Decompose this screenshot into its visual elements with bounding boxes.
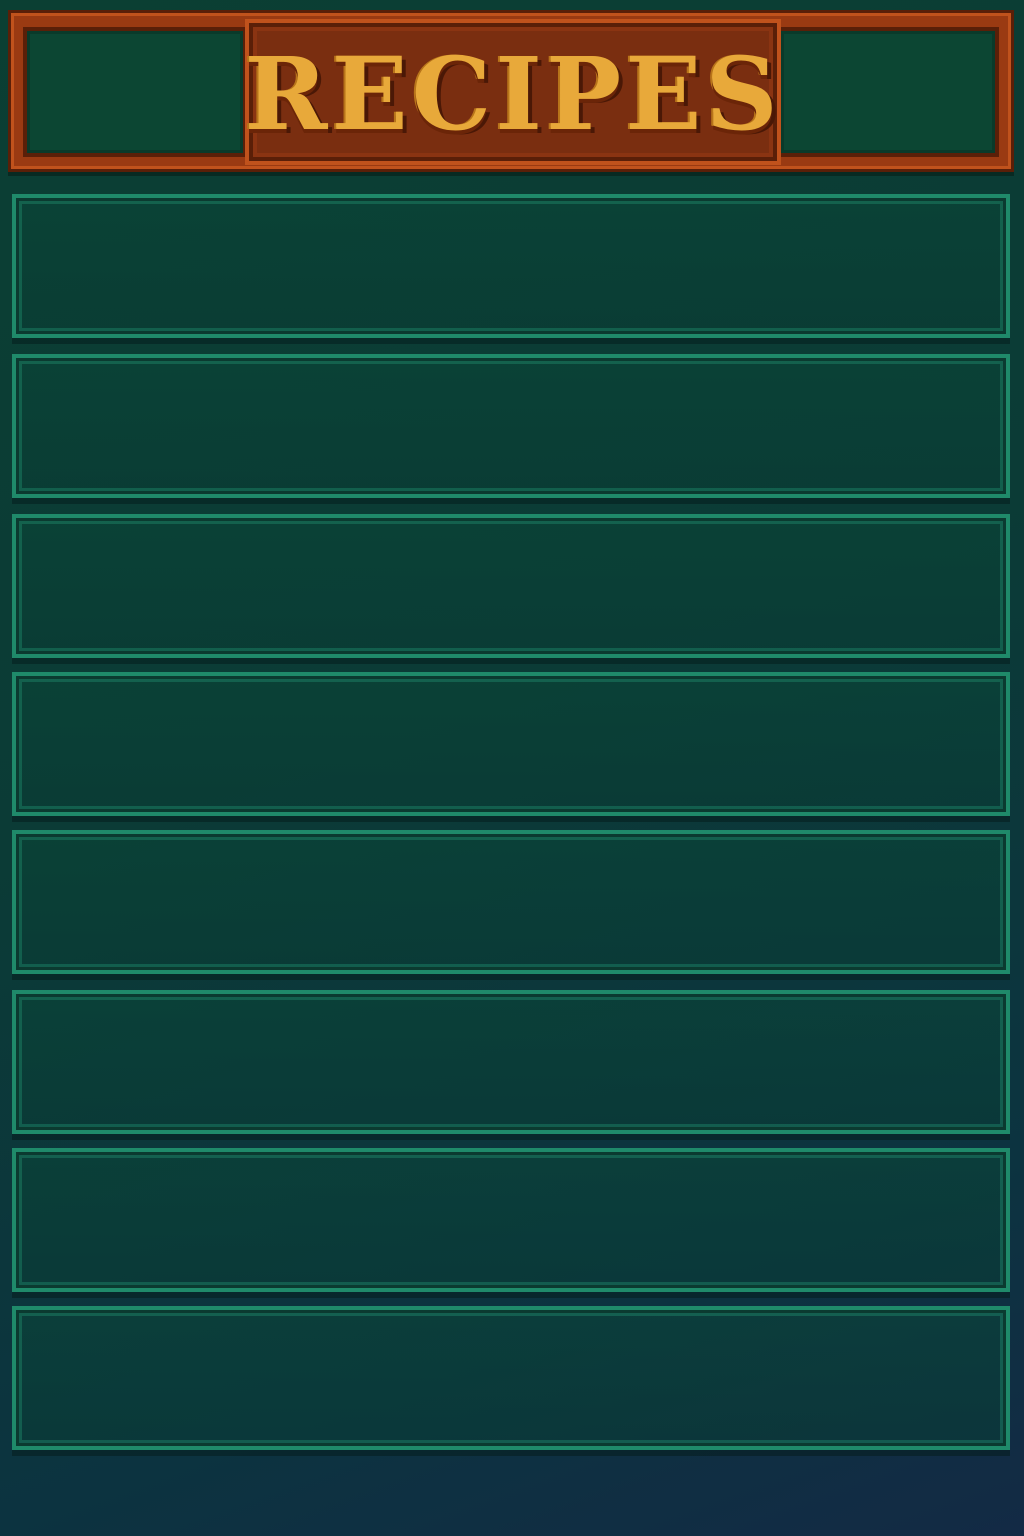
- header-right-panel: [777, 27, 999, 157]
- recipe-slot-8[interactable]: [12, 1306, 1010, 1450]
- recipe-slot-6[interactable]: [12, 990, 1010, 1134]
- recipe-slot-7[interactable]: [12, 1148, 1010, 1292]
- title-plate: RECIPES: [244, 19, 782, 165]
- page-title: RECIPES: [244, 35, 782, 153]
- recipes-screen: RECIPES: [0, 0, 1024, 1536]
- recipe-slot-1[interactable]: [12, 194, 1010, 338]
- recipe-slot-4[interactable]: [12, 672, 1010, 816]
- recipe-slot-5[interactable]: [12, 830, 1010, 974]
- recipe-slot-3[interactable]: [12, 514, 1010, 658]
- header-left-panel: [23, 27, 247, 157]
- header-bar: RECIPES: [8, 10, 1014, 172]
- recipe-slot-2[interactable]: [12, 354, 1010, 498]
